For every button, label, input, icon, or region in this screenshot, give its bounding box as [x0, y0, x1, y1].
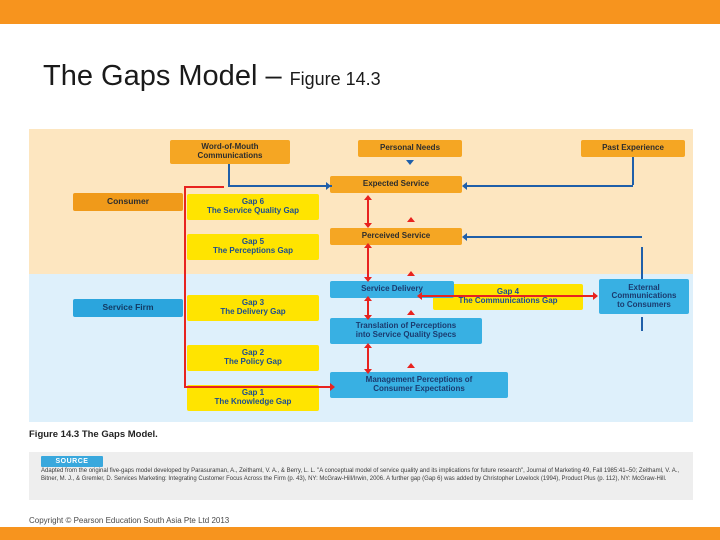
- arrowhead-external-to-perceived: [462, 233, 467, 241]
- slide: The Gaps Model – Figure 14.3 Consumer Se…: [0, 0, 720, 540]
- source-tab-label: SOURCE: [41, 456, 103, 467]
- connector-external-comm-vertical: [641, 247, 643, 279]
- gap2-arrowhead-up: [364, 343, 372, 348]
- gap4-name: The Communications Gap: [458, 296, 558, 305]
- gap6-name: The Service Quality Gap: [206, 206, 300, 215]
- gap2-name: The Policy Gap: [224, 357, 282, 366]
- copyright-notice: Copyright © Pearson Education South Asia…: [29, 516, 230, 525]
- bottom-accent-bar: [0, 527, 720, 540]
- figure-caption-text: The Gaps Model.: [81, 429, 158, 440]
- gap-box-gap6: Gap 6 The Service Quality Gap: [187, 194, 319, 220]
- arrowhead-past-exp-to-expected: [462, 182, 467, 190]
- figure-caption-number: Figure 14.3: [29, 429, 80, 440]
- gaps-model-diagram: Consumer Service Firm Word-of-Mouth Comm…: [29, 129, 693, 422]
- arrowhead-translation-up: [407, 310, 415, 315]
- gap1-path-vertical: [184, 186, 186, 388]
- page-title: The Gaps Model – Figure 14.3: [43, 60, 381, 93]
- gap6-arrowhead-down: [364, 223, 372, 228]
- gap1-path-horizontal-bottom: [184, 386, 334, 388]
- node-perceived-service: Perceived Service: [330, 228, 462, 245]
- source-text: Adapted from the original five-gaps mode…: [41, 468, 680, 482]
- connector-past-exp-horizontal: [466, 185, 633, 187]
- gap1-arrowhead-right: [330, 383, 335, 391]
- band-label-service-firm: Service Firm: [73, 299, 183, 317]
- gap6-arrowhead-up: [364, 195, 372, 200]
- gap4-arrow-line: [421, 295, 597, 297]
- page-title-sub: Figure 14.3: [289, 69, 381, 89]
- gap4-arrowhead-right: [593, 292, 598, 300]
- gap-box-gap4: Gap 4 The Communications Gap: [433, 284, 583, 310]
- top-accent-bar: [0, 0, 720, 24]
- gap2-arrowhead-down: [364, 369, 372, 374]
- band-label-consumer: Consumer: [73, 193, 183, 211]
- node-word-of-mouth: Word-of-Mouth Communications: [170, 140, 290, 164]
- gap3-name: The Delivery Gap: [220, 307, 286, 316]
- gap-box-gap2: Gap 2 The Policy Gap: [187, 345, 319, 371]
- page-title-main: The Gaps Model –: [43, 60, 290, 92]
- arrowhead-personal-needs-down: [406, 160, 414, 165]
- gap5-arrowhead-up: [407, 217, 415, 222]
- gap-box-gap1: Gap 1 The Knowledge Gap: [187, 385, 319, 411]
- connector-past-exp-vertical: [632, 157, 634, 185]
- gap4-arrowhead-left: [417, 292, 422, 300]
- gap5-arrow-line: [367, 247, 369, 279]
- arrowhead-mgmt-perceptions-up: [407, 363, 415, 368]
- gap-box-gap5: Gap 5 The Perceptions Gap: [187, 234, 319, 260]
- gap3-arrowhead-down: [364, 315, 372, 320]
- gap2-arrow-line: [367, 347, 369, 371]
- gap1-path-horizontal-top: [184, 186, 224, 188]
- node-external-communications: External Communications to Consumers: [599, 279, 689, 314]
- source-block: SOURCE Adapted from the original five-ga…: [29, 452, 693, 500]
- node-past-experience: Past Experience: [581, 140, 685, 157]
- node-personal-needs: Personal Needs: [358, 140, 462, 157]
- node-expected-service: Expected Service: [330, 176, 462, 193]
- gap5-arrowhead-down2: [364, 277, 372, 282]
- gap5-arrowhead-up2: [364, 243, 372, 248]
- arrowhead-service-delivery-up: [407, 271, 415, 276]
- connector-wom-horizontal: [228, 185, 332, 187]
- node-management-perceptions: Management Perceptions of Consumer Expec…: [330, 372, 508, 398]
- gap-box-gap3: Gap 3 The Delivery Gap: [187, 295, 319, 321]
- connector-external-comm-tick: [641, 317, 643, 331]
- gap1-name: The Knowledge Gap: [214, 397, 292, 406]
- gap6-arrow-line: [367, 199, 369, 225]
- gap5-name: The Perceptions Gap: [212, 246, 294, 255]
- gap3-arrowhead-up: [364, 296, 372, 301]
- arrowhead-wom-to-expected: [326, 182, 331, 190]
- connector-wom-vertical: [228, 164, 230, 186]
- node-translation-specs: Translation of Perceptions into Service …: [330, 318, 482, 344]
- figure-caption: Figure 14.3 The Gaps Model.: [29, 429, 158, 440]
- connector-external-comm-horizontal: [466, 236, 642, 238]
